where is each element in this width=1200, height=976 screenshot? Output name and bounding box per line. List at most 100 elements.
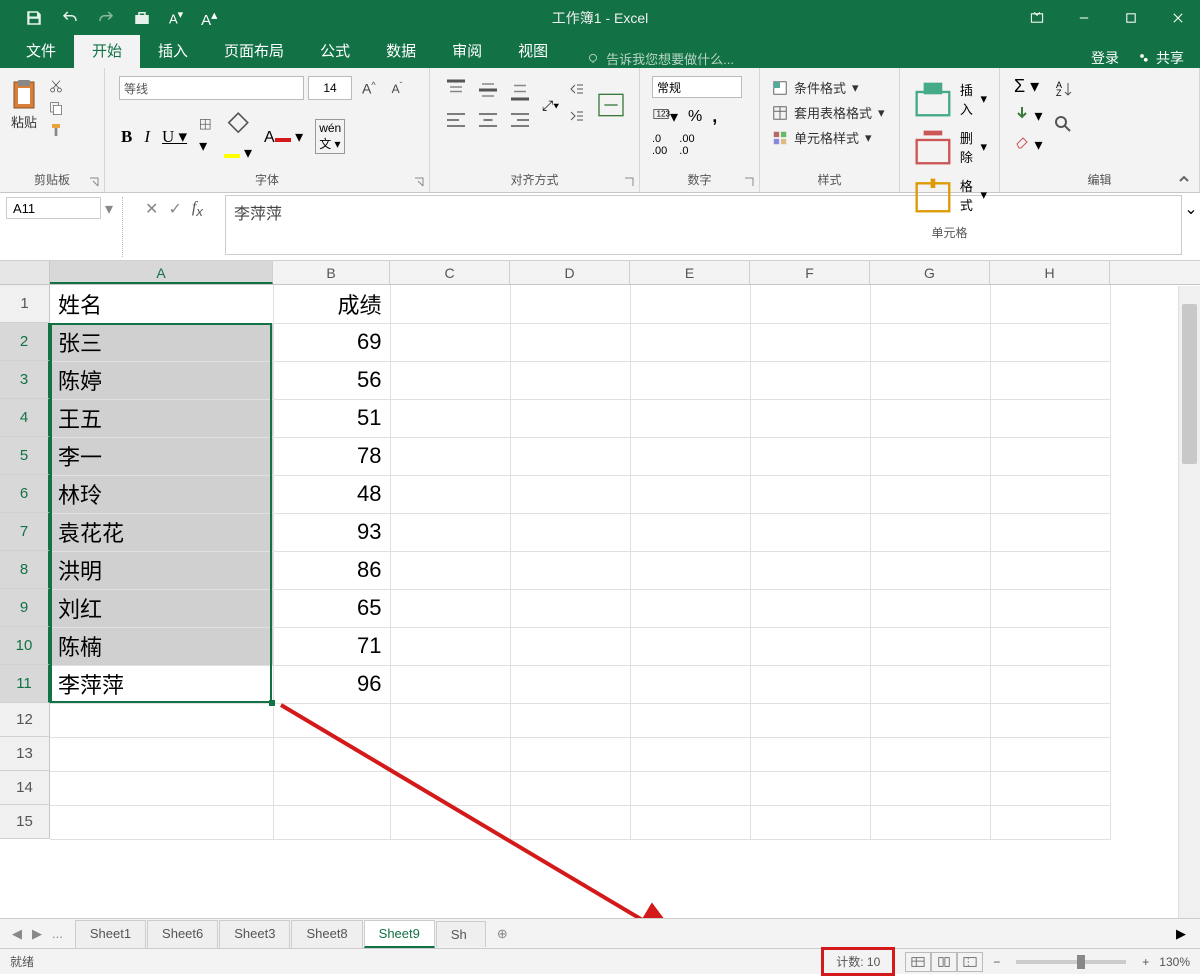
border-button[interactable]: ▾ [199, 118, 211, 156]
cell[interactable]: 56 [273, 361, 390, 399]
cell[interactable]: 86 [273, 551, 390, 589]
dialog-launcher-icon[interactable] [413, 176, 425, 188]
cell[interactable] [630, 627, 750, 665]
cell[interactable] [630, 475, 750, 513]
cell[interactable] [630, 399, 750, 437]
cell[interactable] [870, 771, 990, 805]
align-center-icon[interactable] [476, 108, 500, 132]
ribbon-display-icon[interactable] [1014, 3, 1059, 33]
row-header[interactable]: 8 [0, 551, 50, 589]
cell[interactable] [510, 513, 630, 551]
row-header[interactable]: 2 [0, 323, 50, 361]
number-format-select[interactable] [652, 76, 742, 98]
normal-view-button[interactable] [905, 952, 931, 972]
cell[interactable] [510, 771, 630, 805]
increase-decimal-icon[interactable]: .0.00 [652, 133, 667, 157]
copy-icon[interactable] [48, 100, 64, 116]
cell[interactable]: 78 [273, 437, 390, 475]
redo-icon[interactable] [97, 9, 115, 27]
cell[interactable] [750, 737, 870, 771]
cell[interactable]: 洪明 [50, 551, 273, 589]
minimize-button[interactable] [1061, 3, 1106, 33]
cell[interactable] [510, 703, 630, 737]
cell[interactable] [510, 285, 630, 323]
row-header[interactable]: 6 [0, 475, 50, 513]
row-header[interactable]: 11 [0, 665, 50, 703]
tab-insert[interactable]: 插入 [140, 33, 206, 68]
cell[interactable]: 张三 [50, 323, 273, 361]
cell[interactable] [990, 475, 1110, 513]
cell[interactable]: 陈楠 [50, 627, 273, 665]
cell[interactable] [390, 703, 510, 737]
cell-styles-button[interactable]: 单元格样式 ▾ [772, 128, 887, 147]
cell[interactable]: 93 [273, 513, 390, 551]
hscroll-right-icon[interactable]: ▶ [1176, 926, 1186, 941]
cell[interactable] [870, 627, 990, 665]
clear-button[interactable]: ▾ [1014, 134, 1042, 155]
phonetic-button[interactable]: wén文 ▾ [315, 119, 345, 154]
decrease-indent-icon[interactable] [569, 81, 585, 102]
cell[interactable] [990, 737, 1110, 771]
cell[interactable] [990, 323, 1110, 361]
insert-cells-button[interactable]: 插入 ▾ [912, 78, 987, 120]
format-painter-icon[interactable] [48, 122, 64, 138]
cell[interactable] [630, 285, 750, 323]
cell[interactable] [870, 399, 990, 437]
cell[interactable] [390, 323, 510, 361]
cell[interactable] [630, 437, 750, 475]
page-break-view-button[interactable] [957, 952, 983, 972]
cell[interactable] [870, 805, 990, 839]
align-bottom-icon[interactable] [508, 78, 532, 102]
cell[interactable] [630, 551, 750, 589]
cell[interactable] [390, 589, 510, 627]
percent-icon[interactable]: % [688, 108, 702, 126]
cell[interactable] [630, 703, 750, 737]
signin-link[interactable]: 登录 [1091, 48, 1119, 68]
fx-icon[interactable]: fx [192, 199, 211, 219]
font-size-select[interactable] [308, 76, 352, 100]
dialog-launcher-icon[interactable] [743, 176, 755, 188]
underline-button[interactable]: U ▾ [162, 127, 187, 147]
close-button[interactable] [1155, 3, 1200, 33]
cell[interactable] [630, 513, 750, 551]
cell[interactable] [990, 627, 1110, 665]
share-button[interactable]: 共享 [1137, 48, 1184, 68]
cell[interactable]: 69 [273, 323, 390, 361]
align-middle-icon[interactable] [476, 78, 500, 102]
row-header[interactable]: 1 [0, 285, 50, 323]
row-header[interactable]: 3 [0, 361, 50, 399]
zoom-slider[interactable] [1016, 960, 1126, 964]
spreadsheet-grid[interactable]: A B C D E F G H 123456789101112131415 姓名… [0, 261, 1200, 840]
cell[interactable]: 李萍萍 [50, 665, 273, 703]
new-sheet-button[interactable]: ⊕ [487, 926, 518, 942]
name-box[interactable] [6, 197, 101, 219]
row-header[interactable]: 5 [0, 437, 50, 475]
cell[interactable] [870, 513, 990, 551]
cell[interactable] [273, 703, 390, 737]
decrease-decimal-icon[interactable]: .00.0 [679, 133, 694, 157]
cell[interactable] [390, 399, 510, 437]
row-header[interactable]: 12 [0, 703, 50, 737]
cell[interactable] [990, 399, 1110, 437]
cell[interactable] [990, 551, 1110, 589]
cell[interactable]: 陈婷 [50, 361, 273, 399]
cell[interactable] [630, 323, 750, 361]
tab-view[interactable]: 视图 [500, 33, 566, 68]
col-header-G[interactable]: G [870, 261, 990, 284]
col-header-E[interactable]: E [630, 261, 750, 284]
cell[interactable] [390, 771, 510, 805]
grow-font-button[interactable]: A^ [356, 78, 382, 99]
sheet-tab[interactable]: Sheet3 [219, 920, 290, 948]
collapse-ribbon-icon[interactable] [1177, 172, 1191, 186]
cell[interactable]: 成绩 [273, 285, 390, 323]
align-right-icon[interactable] [508, 108, 532, 132]
cell[interactable] [750, 703, 870, 737]
cell[interactable] [990, 771, 1110, 805]
cut-icon[interactable] [48, 78, 64, 94]
cell[interactable]: 林玲 [50, 475, 273, 513]
zoom-in-button[interactable]: + [1142, 955, 1149, 969]
sheet-nav-next-icon[interactable]: ▶ [32, 926, 42, 942]
sheet-tab-more[interactable]: Sh [436, 921, 486, 947]
tell-me-search[interactable]: 告诉我您想要做什么... [586, 49, 734, 68]
cell[interactable] [390, 513, 510, 551]
